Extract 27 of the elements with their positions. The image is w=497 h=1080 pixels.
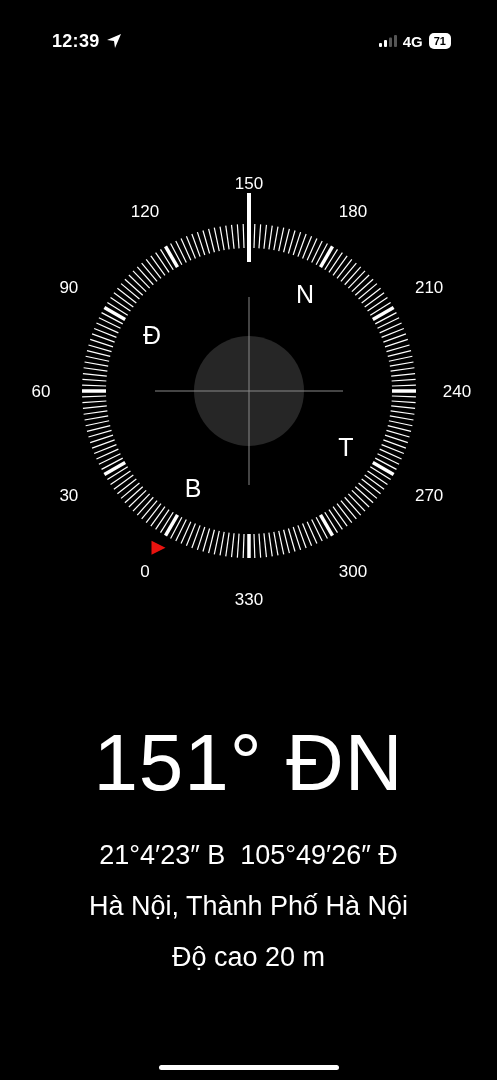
- degree-label: 150: [234, 174, 263, 193]
- heading-indicator: [246, 193, 251, 262]
- signal-icon: [378, 35, 397, 47]
- cardinal-label: B: [184, 474, 201, 502]
- degree-label: 210: [414, 278, 443, 297]
- degree-label: 0: [139, 562, 150, 582]
- degree-label: 30: [58, 486, 78, 505]
- altitude: Độ cao 20 m: [171, 941, 326, 974]
- coordinates: 21°4′23″ B 105°49′26″ Đ: [99, 839, 398, 872]
- degree-label: 270: [414, 486, 443, 505]
- degree-label: 120: [130, 201, 159, 221]
- status-time: 12:39: [52, 30, 100, 52]
- pointer-icon: [151, 540, 165, 555]
- degree-label: 90: [58, 278, 78, 297]
- cardinal-label: Đ: [142, 321, 161, 349]
- degree-label: 240: [442, 382, 471, 401]
- cardinal-label: T: [337, 433, 354, 461]
- heading-reading: 151° ĐN: [93, 718, 404, 808]
- location-arrow-icon: [105, 33, 122, 49]
- degree-label: 300: [338, 562, 367, 582]
- battery-level: 71: [428, 33, 451, 49]
- degree-label: 330: [234, 590, 263, 609]
- degree-label: 60: [31, 382, 50, 401]
- location-name: Hà Nội, Thành Phố Hà Nội: [88, 890, 409, 923]
- degree-label: 180: [338, 201, 367, 221]
- cardinal-label: N: [295, 280, 314, 308]
- network-type: 4G: [402, 32, 423, 50]
